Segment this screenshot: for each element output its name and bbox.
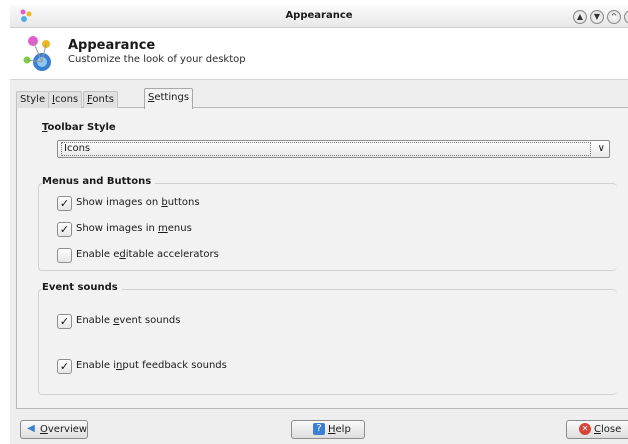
event-sounds-title: Event sounds: [42, 282, 122, 293]
help-book-icon: ?: [313, 423, 325, 435]
event-sounds-group: [38, 289, 617, 395]
maximize-icon[interactable]: ▼: [590, 10, 604, 24]
checkbox-label: Enable input feedback sounds: [76, 360, 227, 371]
checkbox-label: Enable event sounds: [76, 315, 181, 326]
checkbox-label: Show images on buttons: [76, 197, 200, 208]
close-button[interactable]: ✕ Close: [566, 420, 628, 439]
menus-buttons-title: Menus and Buttons: [42, 176, 156, 187]
back-arrow-icon: ◀: [27, 423, 35, 434]
window-title: Appearance: [285, 10, 353, 21]
editable-accelerators-checkbox[interactable]: [57, 248, 72, 263]
enable-event-sounds-checkbox[interactable]: ✓: [57, 314, 72, 329]
close-window-icon[interactable]: ×: [624, 10, 628, 24]
overview-button[interactable]: ◀ Overview: [20, 420, 88, 439]
tab-icons[interactable]: Icons: [48, 91, 83, 108]
appearance-palette-icon: [23, 36, 51, 71]
tab-settings[interactable]: Settings: [144, 88, 194, 109]
tab-style[interactable]: Style: [16, 91, 50, 108]
minimize-icon[interactable]: ▲: [573, 10, 587, 24]
close-circle-icon: ✕: [579, 423, 591, 435]
chevron-down-icon: ∨: [597, 143, 605, 154]
checkbox-label: Enable editable accelerators: [76, 249, 219, 260]
window-titlebar[interactable]: Appearance ▲ ▼ ^ ×: [10, 5, 628, 28]
toolbar-style-combo[interactable]: Icons ∨: [57, 140, 610, 158]
tab-fonts[interactable]: Fonts: [83, 91, 118, 108]
header-subtitle: Customize the look of your desktop: [68, 54, 246, 65]
toolbar-style-value: Icons: [61, 142, 591, 156]
show-images-menus-checkbox[interactable]: ✓: [57, 222, 72, 237]
show-images-buttons-checkbox[interactable]: ✓: [57, 196, 72, 211]
input-feedback-sounds-checkbox[interactable]: ✓: [57, 359, 72, 374]
header-title: Appearance: [68, 38, 156, 53]
checkbox-label: Show images in menus: [76, 223, 192, 234]
module-header: Appearance Customize the look of your de…: [10, 28, 628, 78]
toolbar-style-title: Toolbar Style: [42, 122, 120, 133]
restore-icon[interactable]: ^: [607, 10, 621, 24]
help-button[interactable]: ? Help: [291, 420, 365, 439]
